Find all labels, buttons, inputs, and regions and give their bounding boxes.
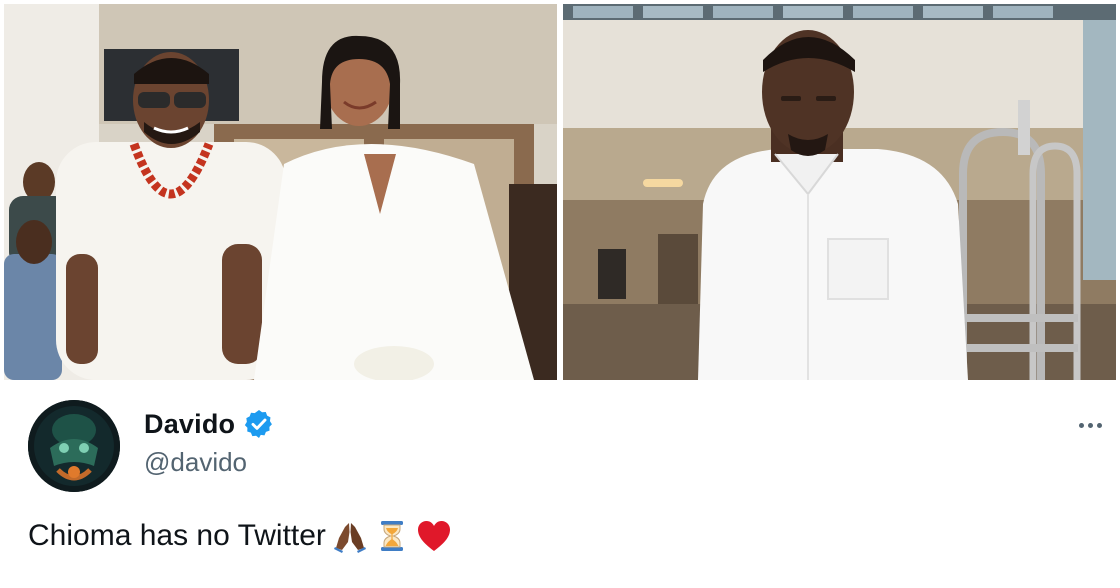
tweet-text: Chioma has no Twitter [28, 519, 326, 552]
user-handle[interactable]: @davido [144, 447, 247, 478]
tweet-body: Chioma has no Twitter [28, 518, 452, 554]
man-photo-illustration [563, 4, 1116, 380]
more-dot-icon [1096, 422, 1102, 428]
photo-couple-wedding[interactable] [4, 4, 557, 380]
avatar[interactable] [28, 400, 120, 492]
folded-hands-icon [332, 518, 368, 554]
tweet-screenshot: Davido @davido Chioma has no Twitter [0, 0, 1120, 588]
more-options-button[interactable] [1070, 414, 1110, 436]
more-dot-icon [1087, 422, 1093, 428]
more-dot-icon [1078, 422, 1084, 428]
avatar-image [28, 400, 120, 492]
hourglass-icon [374, 518, 410, 554]
red-heart-icon [416, 518, 452, 554]
tweet-card: Davido @davido Chioma has no Twitter [0, 384, 1120, 588]
couple-photo-illustration [4, 4, 557, 380]
display-name[interactable]: Davido [144, 409, 235, 440]
photo-man-white-shirt[interactable] [563, 4, 1116, 380]
name-row: Davido [144, 408, 275, 440]
verified-badge-icon [243, 408, 275, 440]
